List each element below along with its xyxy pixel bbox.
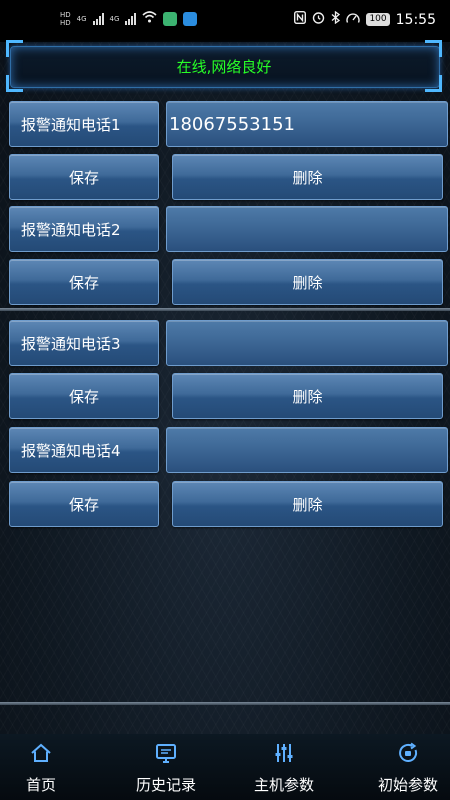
nav-initial-params-label: 初始参数	[377, 776, 438, 794]
phone-4-input[interactable]	[166, 427, 448, 473]
corner-bracket-icon	[6, 40, 23, 57]
monitor-icon	[156, 744, 176, 763]
connection-banner: 在线,网络良好	[6, 40, 442, 92]
nav-divider	[0, 702, 450, 705]
nav-home[interactable]: 首页	[0, 734, 91, 800]
nav-initial-params[interactable]: 初始参数	[358, 734, 450, 800]
bluetooth-icon	[331, 10, 341, 28]
phone-3-input[interactable]	[166, 320, 448, 366]
phone-3-delete-button[interactable]: 删除	[172, 373, 443, 419]
bottom-nav: 首页 历史记录 主机参数 初始参数	[0, 734, 450, 800]
battery-icon: 100	[366, 13, 390, 26]
section-divider	[0, 308, 450, 311]
signal-label-2: 4G	[109, 15, 120, 23]
phone-4-save-button[interactable]: 保存	[9, 481, 159, 527]
connection-status-text: 在线,网络良好	[176, 58, 272, 76]
phone-2-save-button[interactable]: 保存	[9, 259, 159, 305]
hd-tag-2: HD	[60, 19, 71, 27]
nav-host-params[interactable]: 主机参数	[234, 734, 334, 800]
alarm-icon	[312, 11, 325, 28]
phone-2-delete-button[interactable]: 删除	[172, 259, 443, 305]
nav-history[interactable]: 历史记录	[116, 734, 216, 800]
nav-host-params-label: 主机参数	[253, 776, 314, 794]
nav-home-label: 首页	[25, 776, 56, 794]
phone-1-save-button[interactable]: 保存	[9, 154, 159, 200]
app-notification-icon-2	[183, 12, 198, 26]
nfc-icon	[294, 10, 307, 28]
status-left: HD HD 4G 4G	[60, 11, 198, 27]
phone-2-input[interactable]	[166, 206, 448, 252]
phone-1-delete-button[interactable]: 删除	[172, 154, 443, 200]
status-bar: HD HD 4G 4G 100 15:55	[0, 0, 450, 42]
signal-bars-icon	[92, 13, 104, 25]
sliders-icon	[275, 744, 293, 762]
app-notification-icon	[163, 12, 178, 26]
phone-1-input[interactable]: 18067553151	[166, 101, 448, 147]
phone-1-label: 报警通知电话1	[9, 101, 159, 147]
corner-bracket-icon	[6, 75, 23, 92]
corner-bracket-icon	[425, 40, 442, 57]
signal-bars-icon-2	[125, 13, 137, 25]
reset-icon	[399, 742, 418, 762]
wifi-icon	[142, 11, 157, 27]
phone-3-label: 报警通知电话3	[9, 320, 159, 366]
corner-bracket-icon	[425, 75, 442, 92]
phone-3-save-button[interactable]: 保存	[9, 373, 159, 419]
nav-history-label: 历史记录	[135, 776, 196, 794]
home-icon	[31, 743, 51, 762]
network-tags: HD HD	[60, 11, 71, 27]
status-right: 100 15:55	[294, 10, 436, 28]
signal-label-1: 4G	[76, 15, 87, 23]
phone-4-label: 报警通知电话4	[9, 427, 159, 473]
phone-4-delete-button[interactable]: 删除	[172, 481, 443, 527]
clock: 15:55	[395, 11, 436, 28]
hd-tag-1: HD	[60, 11, 71, 19]
phone-2-label: 报警通知电话2	[9, 206, 159, 252]
speed-icon	[346, 12, 361, 28]
